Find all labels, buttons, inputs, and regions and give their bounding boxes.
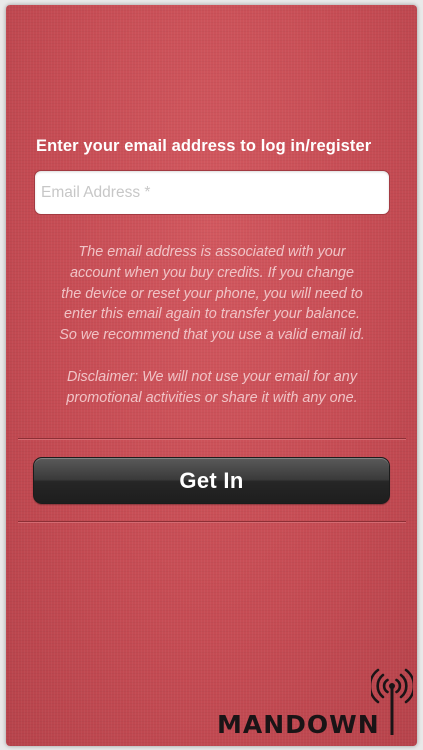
email-prompt-label: Enter your email address to log in/regis… xyxy=(36,137,372,155)
get-in-button[interactable]: Get In xyxy=(33,457,390,504)
email-input[interactable] xyxy=(34,170,390,215)
mandown-logo: MANDOWN xyxy=(217,665,413,743)
bottom-divider xyxy=(18,521,406,523)
info-text-block: The email address is associated with you… xyxy=(26,242,398,409)
login-card: Enter your email address to log in/regis… xyxy=(6,5,417,746)
antenna-broadcast-icon xyxy=(371,668,413,735)
info-paragraph: The email address is associated with you… xyxy=(59,244,365,344)
logo-wordmark: MANDOWN xyxy=(217,710,380,739)
disclaimer-paragraph: Disclaimer: We will not use your email f… xyxy=(66,368,358,406)
top-divider xyxy=(18,438,406,440)
